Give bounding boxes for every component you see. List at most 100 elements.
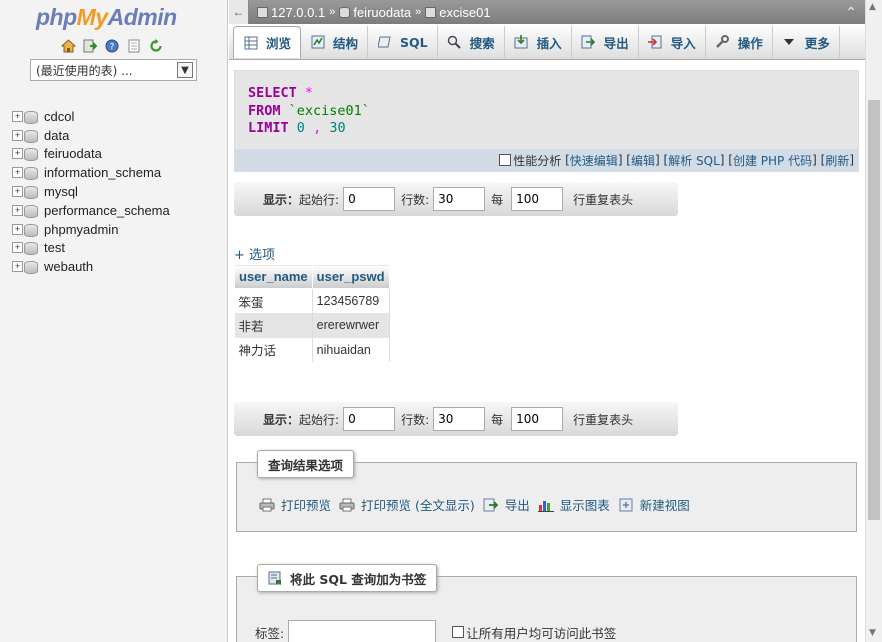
recent-tables-select[interactable]: (最近使用的表) ... ▼ — [30, 59, 197, 81]
table-tabs: 浏览 结构 SQL 搜索 插入 导出 导入 操作 更多 — [229, 24, 865, 60]
column-header-user_pswd[interactable]: user_pswd — [311, 264, 390, 289]
main-content: ← 127.0.0.1 » feiruodata » excise01 ⌃ 浏览… — [229, 0, 865, 642]
phpmyadmin-logo[interactable]: phpMyAdmin — [36, 4, 177, 31]
expand-icon[interactable]: + — [12, 148, 23, 160]
database-icon — [24, 166, 38, 181]
reload-icon[interactable] — [148, 38, 164, 54]
quick-edit-link[interactable]: 快速编辑 — [570, 152, 618, 169]
column-header-user_name[interactable]: user_name — [234, 264, 313, 289]
rows-count-input[interactable] — [433, 187, 486, 211]
profiling-checkbox[interactable] — [499, 154, 512, 166]
tab-label: 导入 — [670, 35, 696, 51]
expand-icon[interactable]: + — [12, 223, 23, 235]
table-row[interactable]: 神力话 nihuaidan — [234, 337, 390, 362]
display-chart-link[interactable]: 显示图表 — [537, 495, 610, 514]
database-icon — [24, 260, 38, 275]
tab-browse[interactable]: 浏览 — [233, 26, 302, 58]
tab-sql[interactable]: SQL — [368, 26, 438, 58]
sql-keyword-limit: LIMIT — [248, 120, 289, 136]
breadcrumb-database-label: feiruodata — [353, 4, 412, 20]
print-preview-label: 打印预览 — [281, 498, 332, 513]
table-header-row: user_name user_pswd — [234, 264, 390, 289]
sql-limit-start: 0 — [296, 120, 305, 136]
printer-icon — [339, 497, 355, 513]
documentation-icon[interactable] — [126, 38, 142, 54]
start-row-input[interactable] — [343, 187, 396, 211]
tab-label: 插入 — [536, 35, 562, 51]
expand-icon[interactable]: + — [12, 129, 23, 141]
share-bookmark-label: 让所有用户均可访问此书签 — [466, 625, 617, 641]
database-icon — [24, 241, 38, 256]
expand-icon[interactable]: + — [12, 167, 23, 179]
expand-icon[interactable]: + — [12, 204, 23, 216]
export-label: 导出 — [504, 498, 530, 513]
bookmark-label-input[interactable] — [288, 620, 437, 642]
scrollbar-thumb[interactable] — [868, 100, 880, 520]
database-item-performance_schema[interactable]: + performance_schema — [12, 201, 170, 220]
tab-structure[interactable]: 结构 — [301, 26, 369, 58]
rows-count-input[interactable] — [433, 407, 486, 431]
database-item-phpmyadmin[interactable]: + phpmyadmin — [12, 220, 170, 239]
print-preview-link[interactable]: 打印预览 — [259, 495, 331, 514]
print-preview-full-link[interactable]: 打印预览 (全文显示) — [339, 495, 475, 514]
sidebar-icon-bar: ? — [60, 38, 164, 54]
table-row[interactable]: 笨蛋 123456789 — [234, 288, 390, 313]
database-item-cdcol[interactable]: + cdcol — [12, 107, 170, 126]
expand-icon[interactable]: + — [12, 110, 23, 122]
tab-chevron-down[interactable]: 更多 — [773, 26, 840, 58]
tab-label: 更多 — [804, 35, 830, 51]
create-view-link[interactable]: 新建视图 — [618, 495, 690, 514]
tab-search[interactable]: 搜索 — [438, 26, 505, 58]
table-row[interactable]: 非若 ererewrwer — [234, 313, 390, 338]
breadcrumb: ← 127.0.0.1 » feiruodata » excise01 ⌃ — [229, 0, 865, 24]
export-link[interactable]: 导出 — [483, 495, 530, 514]
database-item-mysql[interactable]: + mysql — [12, 182, 170, 201]
tab-label: 搜索 — [469, 35, 495, 51]
scroll-up-icon[interactable]: ▲ — [869, 2, 876, 12]
expand-icon[interactable]: + — [12, 242, 23, 254]
expand-icon[interactable]: + — [12, 261, 23, 273]
database-item-information_schema[interactable]: + information_schema — [12, 163, 170, 182]
tab-import[interactable]: 导入 — [639, 26, 706, 58]
database-tree: + cdcol + data + feiruodata + information_schem… — [12, 107, 170, 276]
table-cell: 非若 — [234, 313, 313, 338]
database-item-webauth[interactable]: + webauth — [12, 257, 170, 276]
start-row-input[interactable] — [343, 407, 396, 431]
database-item-test[interactable]: + test — [12, 239, 170, 258]
every-label: 每 — [491, 192, 504, 207]
view-icon — [618, 497, 634, 513]
expand-icon[interactable]: + — [12, 186, 23, 198]
breadcrumb-server[interactable]: 127.0.0.1 — [257, 5, 325, 20]
repeat-header-input[interactable] — [511, 187, 564, 211]
scroll-down-icon[interactable]: ▼ — [869, 628, 876, 638]
edit-sql-link[interactable]: 编辑 — [631, 152, 655, 169]
tab-wrench[interactable]: 操作 — [706, 26, 773, 58]
help-icon[interactable]: ? — [104, 38, 120, 54]
logo-php: php — [36, 4, 77, 30]
explain-sql-link[interactable]: 解析 SQL — [668, 152, 720, 169]
navigation-bar-top: 显示： 起始行: 行数: 每 行重复表头 — [234, 182, 678, 216]
logout-icon[interactable] — [82, 38, 98, 54]
repeat-header-label: 行重复表头 — [573, 192, 634, 207]
sql-keyword-select: SELECT — [248, 85, 297, 101]
chevron-down-icon[interactable]: ▼ — [177, 62, 193, 78]
tab-insert[interactable]: 插入 — [505, 26, 572, 58]
create-php-code-link[interactable]: 创建 PHP 代码 — [733, 152, 812, 169]
share-bookmark-checkbox[interactable] — [452, 626, 465, 638]
collapse-icon[interactable]: ⌃ — [845, 4, 857, 21]
breadcrumb-database[interactable]: feiruodata — [339, 5, 411, 20]
vertical-scrollbar[interactable]: ▲ ▼ — [865, 0, 882, 642]
back-arrow-icon[interactable]: ← — [229, 0, 249, 24]
repeat-header-label: 行重复表头 — [573, 412, 634, 427]
breadcrumb-separator: » — [329, 6, 336, 18]
database-item-data[interactable]: + data — [12, 126, 170, 145]
database-item-feiruodata[interactable]: + feiruodata — [12, 145, 170, 164]
refresh-link[interactable]: 刷新 — [825, 152, 849, 169]
options-toggle-link[interactable]: + 选项 — [234, 244, 275, 263]
repeat-header-input[interactable] — [511, 407, 564, 431]
tab-export[interactable]: 导出 — [572, 26, 639, 58]
breadcrumb-table[interactable]: excise01 — [425, 5, 491, 20]
home-icon[interactable] — [60, 38, 76, 54]
print-preview-full-label: 打印预览 (全文显示) — [361, 498, 475, 513]
every-label: 每 — [491, 412, 504, 427]
